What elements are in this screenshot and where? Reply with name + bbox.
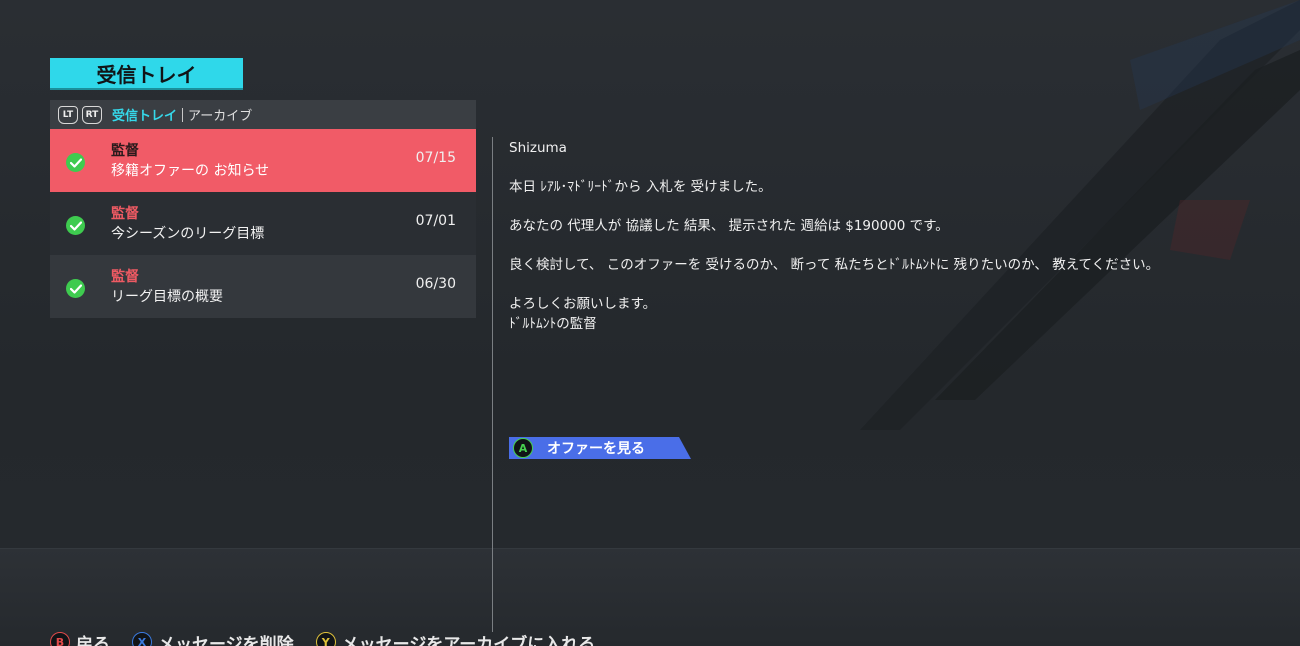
message-row[interactable]: 監督 リーグ目標の概要 06/30	[50, 255, 476, 318]
tab-bar: LT RT 受信トレイ アーカイブ	[50, 100, 476, 129]
tab-archive[interactable]: アーカイブ	[188, 105, 252, 124]
view-offer-label: オファーを見る	[547, 441, 645, 457]
back-control[interactable]: B 戻る	[50, 630, 110, 646]
message-list: 監督 移籍オファーの お知らせ 07/15 監督 今シーズンのリーグ目標 07/…	[50, 129, 476, 318]
y-button-icon: Y	[315, 632, 336, 646]
check-icon	[66, 153, 85, 172]
message-detail: Shizuma 本日 ﾚｱﾙ･ﾏﾄﾞﾘｰﾄﾞから 入札を 受けました。 あなたの…	[509, 138, 1249, 334]
pane-divider	[492, 137, 493, 632]
message-row[interactable]: 監督 今シーズンのリーグ目標 07/01	[50, 192, 476, 255]
detail-sender: Shizuma	[509, 140, 567, 156]
message-row[interactable]: 監督 移籍オファーの お知らせ 07/15	[50, 129, 476, 192]
b-button-icon: B	[50, 632, 70, 646]
a-button-icon: A	[513, 438, 533, 458]
message-subject: 今シーズンのリーグ目標	[111, 226, 265, 242]
message-sender: 監督	[111, 269, 139, 285]
check-icon	[66, 279, 85, 298]
message-subject: リーグ目標の概要	[111, 289, 223, 305]
message-subject: 移籍オファーの お知らせ	[111, 163, 270, 179]
detail-paragraph-1: 本日 ﾚｱﾙ･ﾏﾄﾞﾘｰﾄﾞから 入札を 受けました。	[509, 179, 772, 195]
delete-message-control[interactable]: X メッセージを削除	[132, 630, 294, 646]
delete-message-label: メッセージを削除	[158, 634, 294, 646]
message-sender: 監督	[111, 143, 139, 159]
message-date: 07/15	[415, 150, 456, 166]
detail-closing-1: よろしくお願いします。	[509, 296, 657, 312]
back-label: 戻る	[76, 634, 110, 646]
detail-paragraph-2: あなたの 代理人が 協議した 結果、 提示された 週給は $190000 です。	[509, 218, 949, 234]
archive-message-label: メッセージをアーカイブに入れる	[341, 634, 596, 646]
message-sender: 監督	[111, 206, 139, 222]
message-date: 07/01	[415, 213, 456, 229]
x-button-icon: X	[132, 632, 152, 646]
lt-button-icon[interactable]: LT	[58, 105, 78, 124]
view-offer-button[interactable]: A オファーを見る	[509, 437, 691, 459]
footer-controls: B 戻る X メッセージを削除 Y メッセージをアーカイブに入れる	[50, 632, 617, 646]
message-date: 06/30	[415, 276, 456, 292]
detail-paragraph-3: 良く検討して、 このオファーを 受けるのか、 断って 私たちとﾄﾞﾙﾄﾑﾝﾄに …	[509, 257, 1160, 273]
tab-inbox[interactable]: 受信トレイ	[112, 105, 177, 124]
tab-separator	[182, 107, 184, 122]
check-icon	[66, 216, 85, 235]
detail-closing-2: ﾄﾞﾙﾄﾑﾝﾄの監督	[509, 316, 597, 332]
rt-button-icon[interactable]: RT	[82, 105, 102, 124]
archive-message-control[interactable]: Y メッセージをアーカイブに入れる	[315, 630, 596, 646]
page-title: 受信トレイ	[50, 58, 243, 88]
